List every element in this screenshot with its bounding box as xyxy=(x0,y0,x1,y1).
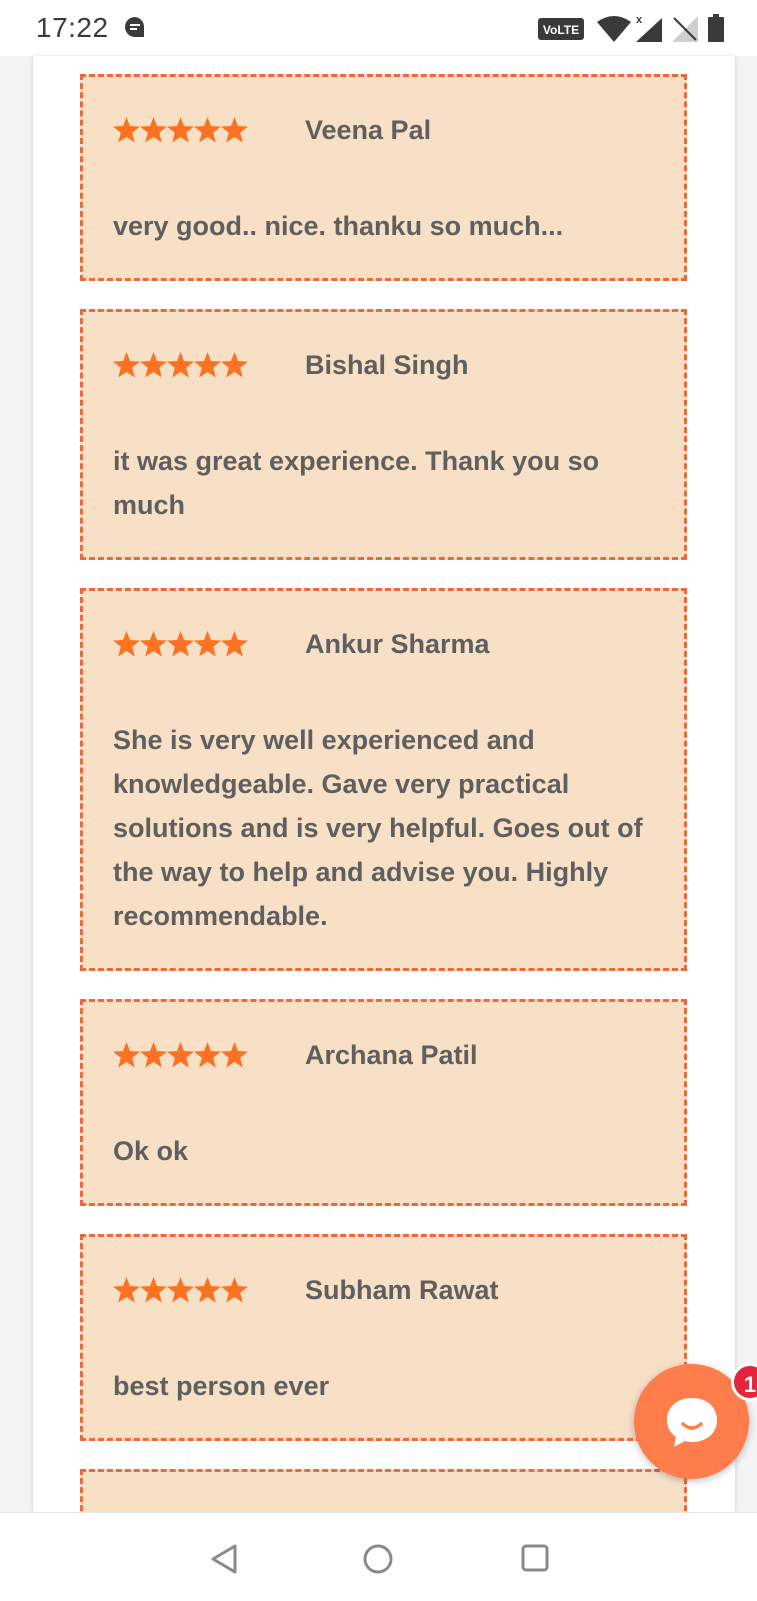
battery-icon xyxy=(708,14,724,42)
star-icon xyxy=(194,631,221,657)
review-header: Bishal Singh xyxy=(113,350,654,380)
star-icon xyxy=(194,1042,221,1068)
star-icon xyxy=(221,631,248,657)
star-icon xyxy=(167,631,194,657)
back-icon[interactable] xyxy=(209,1543,239,1575)
star-rating xyxy=(113,352,249,378)
star-icon xyxy=(167,1042,194,1068)
star-icon xyxy=(140,631,167,657)
home-icon[interactable] xyxy=(362,1543,394,1575)
review-header: Veena Pal xyxy=(113,115,654,145)
signal-icon: x xyxy=(636,14,662,42)
star-icon xyxy=(113,1277,140,1303)
star-icon xyxy=(221,1042,248,1068)
star-icon xyxy=(194,352,221,378)
recents-icon[interactable] xyxy=(520,1543,550,1573)
star-rating xyxy=(113,117,249,143)
review-text: Ok ok xyxy=(113,1136,189,1166)
volte-icon: VoLTE xyxy=(538,18,584,40)
star-icon xyxy=(113,352,140,378)
review-card: Subham Rawat best person ever xyxy=(80,1234,687,1441)
system-nav-bar xyxy=(0,1512,757,1601)
star-icon xyxy=(194,117,221,143)
review-header: Archana Patil xyxy=(113,1040,654,1070)
review-text: She is very well experienced and knowled… xyxy=(113,725,643,931)
star-icon xyxy=(113,631,140,657)
star-icon xyxy=(167,1277,194,1303)
star-icon xyxy=(140,117,167,143)
review-header: Subham Rawat xyxy=(113,1275,654,1305)
star-icon xyxy=(140,1042,167,1068)
review-text: it was great experience. Thank you so mu… xyxy=(113,446,600,520)
svg-text:x: x xyxy=(636,14,643,26)
reviewer-name: Ankur Sharma xyxy=(305,628,490,659)
message-notification-icon xyxy=(125,17,145,37)
reviewer-name: Archana Patil xyxy=(305,1039,478,1070)
star-icon xyxy=(221,117,248,143)
review-card: Archana Patil Ok ok xyxy=(80,999,687,1206)
star-icon xyxy=(221,352,248,378)
star-icon xyxy=(194,1277,221,1303)
star-icon xyxy=(167,352,194,378)
review-card: Ankur Sharma She is very well experienced… xyxy=(80,588,687,971)
star-icon xyxy=(221,1277,248,1303)
star-rating xyxy=(113,1277,249,1303)
svg-text:VoLTE: VoLTE xyxy=(543,23,579,37)
star-icon xyxy=(140,352,167,378)
reviewer-name: Veena Pal xyxy=(305,114,432,145)
reviews-panel[interactable]: Veena Pal very good.. nice. thanku so muc… xyxy=(33,56,735,1512)
reviewer-name: Bishal Singh xyxy=(305,349,469,380)
star-icon xyxy=(113,117,140,143)
status-bar: 17:22 VoLTE x xyxy=(0,0,757,56)
review-text: very good.. nice. thanku so much... xyxy=(113,211,564,241)
review-text: best person ever xyxy=(113,1371,330,1401)
review-card: Veena Pal very good.. nice. thanku so muc… xyxy=(80,74,687,281)
review-card: Vibhor Tiwari xyxy=(80,1469,687,1512)
star-rating xyxy=(113,1042,249,1068)
star-icon xyxy=(113,1042,140,1068)
star-icon xyxy=(140,1277,167,1303)
review-card: Bishal Singh it was great experience. Tha… xyxy=(80,309,687,560)
signal-no-sim-icon xyxy=(672,16,698,42)
review-list: Veena Pal very good.. nice. thanku so muc… xyxy=(80,74,687,1512)
wifi-icon xyxy=(597,16,631,42)
reviewer-name: Subham Rawat xyxy=(305,1274,499,1305)
star-icon xyxy=(167,117,194,143)
chat-bubble-icon xyxy=(667,1398,717,1447)
review-header: Ankur Sharma xyxy=(113,629,654,659)
status-time: 17:22 xyxy=(36,12,109,43)
star-rating xyxy=(113,631,249,657)
